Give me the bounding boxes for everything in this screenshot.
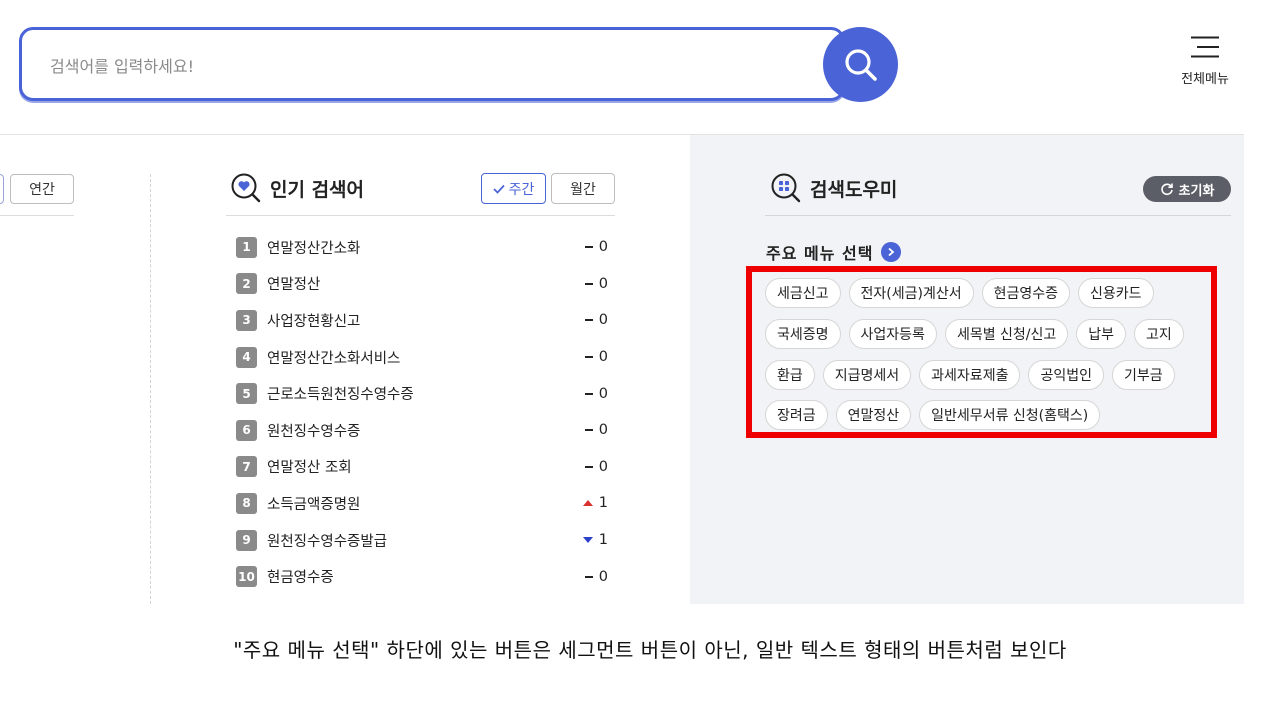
trend-same-icon <box>584 465 593 468</box>
left-panel-divider <box>0 215 74 216</box>
popular-item[interactable]: 6 원천징수영수증 0 <box>236 412 608 449</box>
popular-item[interactable]: 4 연말정산간소화서비스 0 <box>236 339 608 376</box>
popular-header: 인기 검색어 <box>230 172 364 204</box>
reset-label: 초기화 <box>1178 183 1215 199</box>
trend-same-icon <box>584 246 593 249</box>
trend-up-icon <box>582 500 593 507</box>
all-menu-label: 전체메뉴 <box>1181 72 1229 87</box>
highlight-annotation-box <box>746 266 1217 438</box>
popular-term: 연말정산 <box>267 277 321 294</box>
helper-header: 검색도우미 <box>770 172 897 204</box>
rank-badge: 8 <box>236 492 257 514</box>
rank-change-value: 0 <box>598 349 608 366</box>
tab-monthly-label: 월간 <box>570 181 596 198</box>
popular-term: 현금영수증 <box>267 570 334 587</box>
rank-change-value: 0 <box>598 385 608 402</box>
rank-change: 0 <box>576 422 608 438</box>
search-button[interactable] <box>823 27 898 102</box>
rank-badge: 7 <box>236 456 257 478</box>
grid-search-icon <box>771 173 801 203</box>
rank-change-value: 0 <box>598 458 608 475</box>
popular-divider <box>226 215 615 216</box>
rank-change-value: 0 <box>598 275 608 292</box>
trend-same-icon <box>584 392 593 395</box>
popular-item[interactable]: 10 현금영수증 0 <box>236 558 608 595</box>
heart-search-icon <box>231 173 261 203</box>
trend-down-icon <box>582 537 593 544</box>
popular-term: 소득금액증명원 <box>267 496 361 513</box>
check-icon <box>492 184 505 194</box>
rank-change-value: 0 <box>598 312 608 329</box>
rank-badge: 6 <box>236 419 257 441</box>
popular-item[interactable]: 7 연말정산 조회 0 <box>236 449 608 486</box>
all-menu-button[interactable]: 전체메뉴 <box>1170 36 1240 96</box>
main-menu-arrow-button[interactable] <box>881 242 902 262</box>
popular-item[interactable]: 5 근로소득원천징수영수증 0 <box>236 375 608 412</box>
rank-change-value: 0 <box>598 422 608 439</box>
chevron-right-icon <box>888 247 895 257</box>
tab-weekly[interactable]: 주간 <box>481 173 546 204</box>
trend-same-icon <box>584 282 593 285</box>
rank-change-value: 0 <box>598 239 608 256</box>
popular-title: 인기 검색어 <box>270 178 365 201</box>
panel-separator <box>150 174 151 604</box>
refresh-icon <box>1160 183 1173 196</box>
trend-same-icon <box>584 319 593 322</box>
popular-term: 원천징수영수증 <box>267 423 361 440</box>
search-icon <box>844 48 877 81</box>
popular-item[interactable]: 3 사업장현황신고 0 <box>236 302 608 339</box>
rank-change: 0 <box>576 459 608 475</box>
rank-badge: 10 <box>236 566 257 588</box>
helper-divider <box>765 215 1231 216</box>
rank-change: 0 <box>576 386 608 402</box>
rank-change: 1 <box>576 532 608 548</box>
trend-same-icon <box>584 575 593 578</box>
rank-change: 0 <box>576 312 608 328</box>
trend-same-icon <box>584 429 593 432</box>
trend-same-icon <box>584 356 593 359</box>
popular-item[interactable]: 1 연말정산간소화 0 <box>236 229 608 266</box>
rank-change: 0 <box>576 239 608 255</box>
popular-term: 연말정산간소화서비스 <box>267 350 401 367</box>
rank-badge: 9 <box>236 529 257 551</box>
popular-term: 원천징수영수증발급 <box>267 533 388 550</box>
main-menu-title: 주요 메뉴 선택 <box>766 244 874 263</box>
rank-badge: 1 <box>236 236 257 258</box>
tab-monthly[interactable]: 월간 <box>551 173 615 204</box>
rank-change: 0 <box>576 349 608 365</box>
rank-change-value: 1 <box>598 495 608 512</box>
rank-badge: 5 <box>236 383 257 405</box>
main-menu-header: 주요 메뉴 선택 <box>766 240 902 264</box>
hamburger-icon <box>1191 36 1219 58</box>
popular-term: 연말정산 조회 <box>267 460 352 477</box>
rank-badge: 2 <box>236 273 257 295</box>
rank-change: 0 <box>576 569 608 585</box>
rank-change: 1 <box>576 495 608 511</box>
helper-title: 검색도우미 <box>810 178 898 201</box>
popular-term: 근로소득원천징수영수증 <box>267 387 414 404</box>
tab-yearly[interactable]: 연간 <box>10 174 74 204</box>
popular-item[interactable]: 8 소득금액증명원 1 <box>236 485 608 522</box>
popular-item[interactable]: 9 원천징수영수증발급 1 <box>236 522 608 559</box>
rank-change: 0 <box>576 276 608 292</box>
rank-change-value: 0 <box>598 568 608 585</box>
popular-item[interactable]: 2 연말정산 0 <box>236 266 608 303</box>
rank-badge: 4 <box>236 346 257 368</box>
reset-button[interactable]: 초기화 <box>1143 176 1231 202</box>
search-input[interactable] <box>50 52 790 80</box>
rank-change-value: 1 <box>598 532 608 549</box>
popular-term: 사업장현황신고 <box>267 313 361 330</box>
popular-term: 연말정산간소화 <box>267 240 361 257</box>
tab-weekly-label: 주간 <box>508 181 535 198</box>
left-period-tab[interactable] <box>0 174 4 204</box>
search-box[interactable] <box>19 27 845 101</box>
popular-list: 1 연말정산간소화 0 2 연말정산 0 3 사업장현황신고 0 4 연말정산간소화서비스 0 5 근로소… <box>236 229 608 595</box>
rank-badge: 3 <box>236 309 257 331</box>
annotation-caption: "주요 메뉴 선택" 하단에 있는 버튼은 세그먼트 버튼이 아닌, 일반 텍스… <box>233 638 1067 662</box>
